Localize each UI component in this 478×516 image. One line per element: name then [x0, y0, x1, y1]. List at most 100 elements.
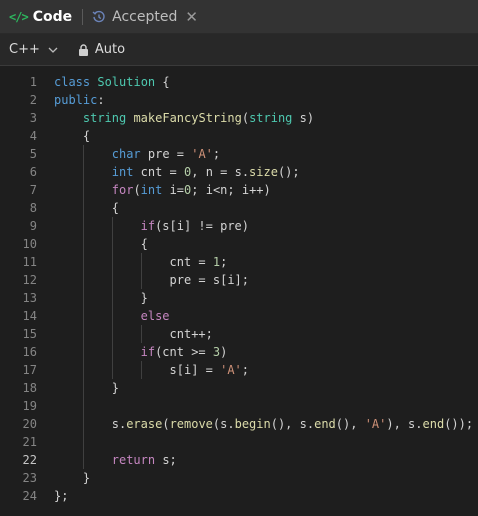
tab-divider [82, 8, 84, 25]
indent-guide [82, 163, 84, 181]
tab-code[interactable]: </> Code [9, 0, 72, 34]
code-text: if(s[i] != pre) [141, 217, 249, 235]
lock-icon [78, 43, 88, 56]
code-line: 11 cnt = 1; [0, 253, 478, 271]
close-icon[interactable]: ✕ [185, 8, 198, 26]
indent-guide [82, 145, 84, 163]
code-line: 16 if(cnt >= 3) [0, 343, 478, 361]
indent-guide [82, 343, 84, 361]
code-token: 'A' [191, 147, 213, 161]
code-text: s[i] = 'A'; [170, 361, 250, 379]
indent-guide [111, 235, 113, 253]
indent-guide [82, 433, 84, 451]
code-text: } [141, 289, 148, 307]
indent-guide [82, 181, 84, 199]
code-text: s.erase(remove(s.begin(), s.end(), 'A'),… [112, 415, 473, 433]
line-number: 1 [29, 75, 37, 89]
code-line: 2 public: [0, 91, 478, 109]
indent-guide [111, 271, 113, 289]
auto-mode-toggle[interactable]: Auto [78, 42, 125, 57]
code-token: remove [169, 417, 213, 431]
code-text: { [141, 235, 148, 253]
code-line: 1 class Solution { [0, 73, 478, 91]
code-token: { [82, 129, 91, 143]
code-text: } [83, 469, 90, 487]
code-text: } [112, 379, 119, 397]
code-line: 7 for(int i=0; i<n; i++) [0, 181, 478, 199]
code-token: ; i<n; i++) [191, 183, 271, 197]
mode-label: Auto [94, 42, 126, 57]
line-number: 2 [29, 93, 37, 107]
line-number: 4 [29, 129, 37, 143]
code-token: s) [299, 111, 315, 125]
code-token: char [111, 147, 148, 161]
code-line: 13} [0, 289, 478, 307]
code-token: end [314, 417, 336, 431]
code-token: ; [212, 147, 221, 161]
tab-accepted-label: Accepted [112, 8, 178, 25]
chevron-down-icon [48, 47, 58, 53]
line-number: 17 [22, 363, 37, 377]
code-token: ()); [444, 417, 474, 431]
indent-guide [82, 379, 84, 397]
code-text: if(cnt >= 3) [141, 343, 228, 361]
code-text: class Solution { [54, 73, 170, 91]
code-token: begin [234, 417, 271, 431]
code-text: char pre = 'A'; [112, 145, 220, 163]
code-text: cnt = 1; [170, 253, 228, 271]
code-token: } [111, 381, 119, 395]
code-line: 8{ [0, 199, 478, 217]
code-token: pre = [147, 147, 192, 161]
code-token: erase [126, 417, 163, 431]
indent-guide [82, 235, 84, 253]
indent-guide [82, 451, 84, 469]
language-select[interactable]: C++ [9, 42, 58, 57]
code-token: i= [169, 183, 185, 197]
line-number: 13 [22, 291, 37, 305]
code-token: 'A' [364, 417, 387, 431]
code-token: (s. [212, 417, 235, 431]
code-token: (), s. [270, 417, 315, 431]
code-line: 22 return s; [0, 451, 478, 469]
code-token: for [111, 183, 134, 197]
code-text: for(int i=0; i<n; i++) [112, 181, 271, 199]
code-token: { [111, 201, 119, 215]
indent-guide [82, 217, 84, 235]
code-token: ( [133, 183, 141, 197]
code-token: makeFancyString [133, 111, 242, 125]
indent-guide [111, 325, 113, 343]
code-editor[interactable]: 1 class Solution {2 public: 3 string makeFan… [0, 66, 478, 505]
indent-guide [82, 253, 84, 271]
code-token: else [140, 309, 170, 323]
history-icon [92, 10, 105, 22]
indent-guide [82, 325, 84, 343]
line-number: 11 [22, 255, 37, 269]
indent-guide [111, 289, 113, 307]
line-number: 3 [29, 111, 37, 125]
line-number: 7 [29, 183, 37, 197]
code-text: int cnt = 0, n = s.size(); [112, 163, 300, 181]
code-line: 20 s.erase(remove(s.begin(), s.end(), 'A'… [0, 415, 478, 433]
line-number: 6 [29, 165, 37, 179]
editor-toolbar: C++ Auto [0, 34, 478, 66]
code-token: ), s. [386, 417, 423, 431]
code-line: 5 char pre = 'A'; [0, 145, 478, 163]
code-line: 9 if(s[i] != pre) [0, 217, 478, 235]
code-token: { [140, 237, 148, 251]
line-number: 10 [22, 237, 37, 251]
code-text: }; [54, 487, 68, 505]
tab-accepted[interactable]: Accepted ✕ [92, 0, 198, 34]
language-label: C++ [9, 42, 40, 57]
code-token: } [82, 471, 91, 485]
code-token: (s[i] != pre) [155, 219, 249, 233]
code-token: class [54, 75, 98, 89]
code-token: size [249, 165, 278, 179]
indent-guide [111, 361, 113, 379]
code-token: ( [241, 111, 250, 125]
line-number: 18 [22, 381, 37, 395]
code-token: cnt = [140, 165, 185, 179]
code-text: string makeFancyString(string s) [83, 109, 314, 127]
indent-guide [82, 361, 84, 379]
line-number: 22 [22, 453, 37, 467]
code-text: cnt++; [170, 325, 213, 343]
